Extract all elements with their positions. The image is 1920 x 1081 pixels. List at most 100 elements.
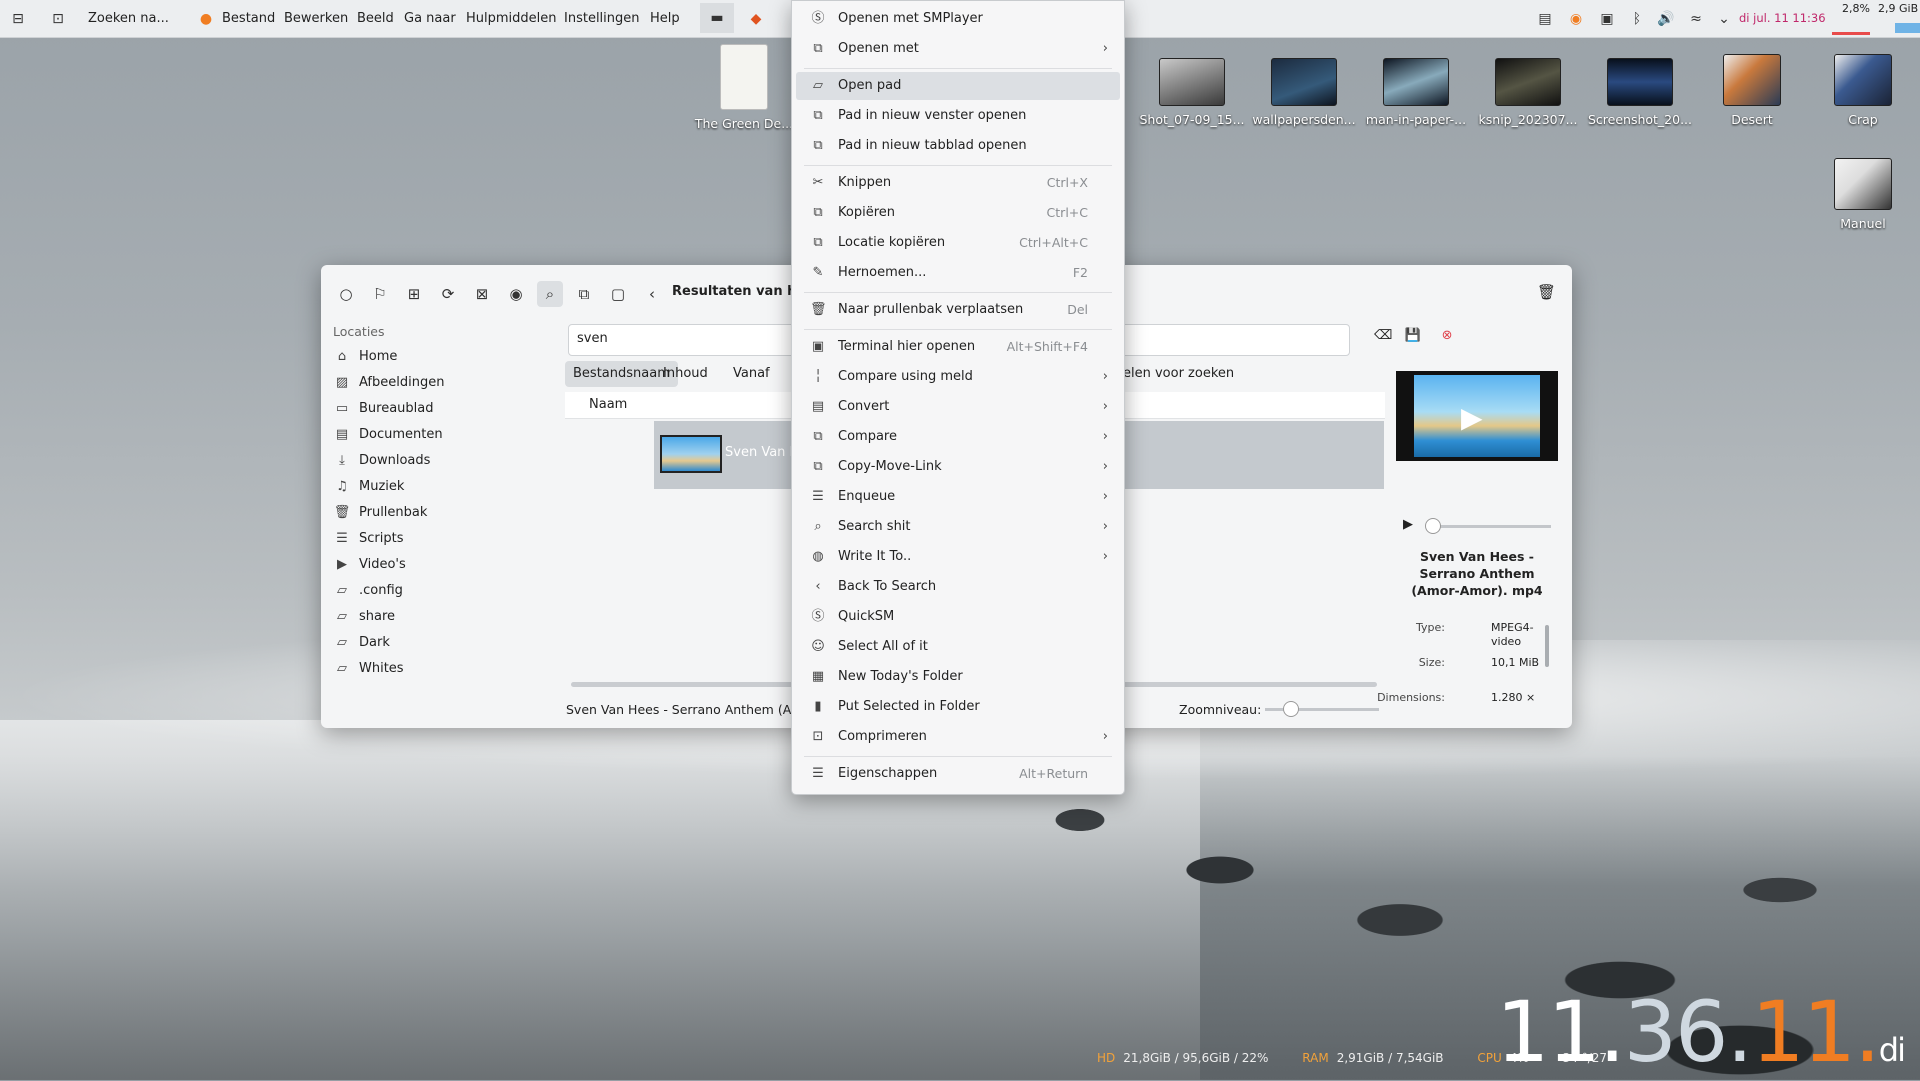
desktop-icon-document[interactable]: The Green De... — [689, 44, 799, 131]
menu-item-pad-in-nieuw-tabblad-openen[interactable]: ⧉ Pad in nieuw tabblad openen — [796, 132, 1120, 160]
clear-search-icon[interactable]: ⌫ — [1374, 328, 1392, 343]
menu-instellingen[interactable]: Instellingen — [564, 0, 640, 37]
menu-item-knippen[interactable]: ✂ Knippen Ctrl+X — [796, 169, 1120, 197]
sidebar-item-config[interactable]: ▱ .config — [333, 579, 513, 603]
menu-bestand[interactable]: Bestand — [222, 0, 275, 37]
eye-icon[interactable]: ◉ — [503, 281, 529, 307]
split-view-icon[interactable]: ⊞ — [401, 281, 427, 307]
menu-item-locatie-kopi-ren[interactable]: ⧉ Locatie kopiëren Ctrl+Alt+C — [796, 229, 1120, 257]
sidebar-item-share[interactable]: ▱ share — [333, 605, 513, 629]
clipboard-tray-icon[interactable]: ▣ — [1597, 9, 1617, 29]
menu-item-convert[interactable]: ▤ Convert › — [796, 393, 1120, 421]
desktop-icon-folder[interactable]: Manuel — [1808, 158, 1918, 231]
sidebar-item-whites[interactable]: ▱ Whites — [333, 657, 513, 681]
menu-item-compare[interactable]: ⧉ Compare › — [796, 423, 1120, 451]
sidebar-item-downloads[interactable]: ⤓ Downloads — [333, 449, 513, 473]
desktop-icon-folder[interactable]: Crap — [1808, 54, 1918, 127]
desktop-icon-image[interactable]: wallpapersden... — [1249, 58, 1359, 127]
menu-item-search-shit[interactable]: ⌕ Search shit › — [796, 513, 1120, 541]
tab-from[interactable]: Vanaf — [725, 361, 778, 387]
network-icon[interactable]: ≈ — [1686, 9, 1706, 29]
play-icon[interactable]: ▶ — [1403, 517, 1413, 532]
launcher-search[interactable]: Zoeken na... — [88, 0, 169, 37]
copy-move-icon: ⧉ — [813, 459, 823, 474]
bluetooth-icon[interactable]: ᛒ — [1627, 9, 1647, 29]
screenshot-icon[interactable]: ⊡ — [48, 9, 68, 29]
notes-tray-icon[interactable]: ▤ — [1535, 9, 1555, 29]
bookmark-icon[interactable]: ⚐ — [367, 281, 393, 307]
menu-ga-naar[interactable]: Ga naar — [404, 0, 456, 37]
media-seek-handle[interactable] — [1425, 518, 1441, 534]
menu-item-copy-move-link[interactable]: ⧉ Copy-Move-Link › — [796, 453, 1120, 481]
sidebar-item-prullenbak[interactable]: 🗑 Prullenbak — [333, 501, 513, 525]
layout-icon[interactable]: ⊠ — [469, 281, 495, 307]
play-overlay-icon[interactable]: ▶ — [1461, 401, 1483, 434]
menu-item-quicksm[interactable]: Ⓢ QuickSM — [796, 603, 1120, 631]
menu-hulpmiddelen[interactable]: Hulpmiddelen — [466, 0, 557, 37]
updates-tray-icon[interactable]: ◉ — [1566, 9, 1586, 29]
search-icon[interactable]: ⌕ — [537, 281, 563, 307]
menu-bewerken[interactable]: Bewerken — [284, 0, 348, 37]
menu-item-eigenschappen[interactable]: ☰ Eigenschappen Alt+Return — [796, 760, 1120, 788]
chevron-right-icon: › — [1102, 369, 1108, 384]
media-seek-slider[interactable] — [1431, 525, 1551, 528]
video-icon: ▶ — [337, 557, 347, 572]
menu-item-select-all-of-it[interactable]: ☺ Select All of it — [796, 633, 1120, 661]
search-options-text[interactable]: elen voor zoeken — [1115, 361, 1242, 387]
menu-item-hernoemen[interactable]: ✎ Hernoemen... F2 — [796, 259, 1120, 287]
circle-icon[interactable]: ○ — [333, 281, 359, 307]
desktop-icon-folder[interactable]: Desert — [1697, 54, 1807, 127]
back-icon[interactable]: ‹ — [639, 281, 665, 307]
panel-toggle-icon[interactable]: ⊟ — [8, 9, 28, 29]
menu-item-terminal-hier-openen[interactable]: ▣ Terminal hier openen Alt+Shift+F4 — [796, 333, 1120, 361]
menu-item-kopi-ren[interactable]: ⧉ Kopiëren Ctrl+C — [796, 199, 1120, 227]
compare-icon: ⧉ — [813, 429, 823, 444]
file-manager-task-icon[interactable]: ▬ — [700, 3, 734, 33]
menu-item-comprimeren[interactable]: ⊡ Comprimeren › — [796, 723, 1120, 751]
meta-scrollbar[interactable] — [1545, 625, 1549, 667]
brave-icon[interactable]: ◆ — [746, 9, 766, 29]
sidebar-item-muziek[interactable]: ♫ Muziek — [333, 475, 513, 499]
zoom-slider-handle[interactable] — [1283, 701, 1299, 717]
sidebar-item-scripts[interactable]: ☰ Scripts — [333, 527, 513, 551]
menu-item-pad-in-nieuw-venster-openen[interactable]: ⧉ Pad in nieuw venster openen — [796, 102, 1120, 130]
sidebar-item-bureaublad[interactable]: ▭ Bureaublad — [333, 397, 513, 421]
folder-icon: ▱ — [337, 635, 347, 650]
desktop-icon-image[interactable]: man-in-paper-... — [1361, 58, 1471, 127]
menu-item-naar-prullenbak-verplaatsen[interactable]: 🗑 Naar prullenbak verplaatsen Del — [796, 296, 1120, 324]
menu-help[interactable]: Help — [650, 0, 680, 37]
sidebar-item-video-s[interactable]: ▶ Video's — [333, 553, 513, 577]
chevron-down-icon[interactable]: ⌄ — [1714, 9, 1734, 29]
desktop-icon-image[interactable]: Screenshot_20... — [1585, 58, 1695, 127]
sidebar-item-home[interactable]: ⌂ Home — [333, 345, 513, 369]
tab-content[interactable]: Inhoud — [655, 361, 716, 387]
menu-beeld[interactable]: Beeld — [357, 0, 394, 37]
menu-item-compare-using-meld[interactable]: ╎ Compare using meld › — [796, 363, 1120, 391]
menu-item-open-pad[interactable]: ▱ Open pad — [796, 72, 1120, 100]
menu-item-label: Openen met — [838, 41, 919, 56]
column-name[interactable]: Naam — [589, 392, 627, 418]
panel-clock[interactable]: di jul. 11 11:36 — [1739, 0, 1826, 37]
image-thumbnail — [1159, 58, 1225, 106]
menu-item-back-to-search[interactable]: ‹ Back To Search — [796, 573, 1120, 601]
save-search-icon[interactable]: 💾 — [1405, 328, 1421, 343]
menu-item-openen-met-smplayer[interactable]: Ⓢ Openen met SMPlayer — [796, 5, 1120, 33]
desktop-icon-image[interactable]: ksnip_202307... — [1473, 58, 1583, 127]
desktop-icon-image[interactable]: Shot_07-09_15... — [1137, 58, 1247, 127]
sidebar-item-documenten[interactable]: ▤ Documenten — [333, 423, 513, 447]
trash-icon[interactable]: 🗑 — [1537, 283, 1556, 301]
sidebar-item-dark[interactable]: ▱ Dark — [333, 631, 513, 655]
menu-item-openen-met[interactable]: ⧉ Openen met › — [796, 35, 1120, 63]
menu-item-put-selected-in-folder[interactable]: ▮ Put Selected in Folder — [796, 693, 1120, 721]
menu-item-enqueue[interactable]: ☰ Enqueue › — [796, 483, 1120, 511]
menu-item-write-it-to[interactable]: ◍ Write It To.. › — [796, 543, 1120, 571]
volume-icon[interactable]: 🔊 — [1656, 9, 1676, 29]
close-search-icon[interactable]: ⊗ — [1442, 328, 1453, 343]
refresh-icon[interactable]: ⟳ — [435, 281, 461, 307]
sidebar-item-afbeeldingen[interactable]: ▨ Afbeeldingen — [333, 371, 513, 395]
firefox-icon[interactable]: ● — [196, 9, 216, 29]
paste-icon[interactable]: ▢ — [605, 281, 631, 307]
folder-icon — [1723, 54, 1781, 106]
copy-icon[interactable]: ⧉ — [571, 281, 597, 307]
menu-item-new-today-s-folder[interactable]: ▦ New Today's Folder — [796, 663, 1120, 691]
